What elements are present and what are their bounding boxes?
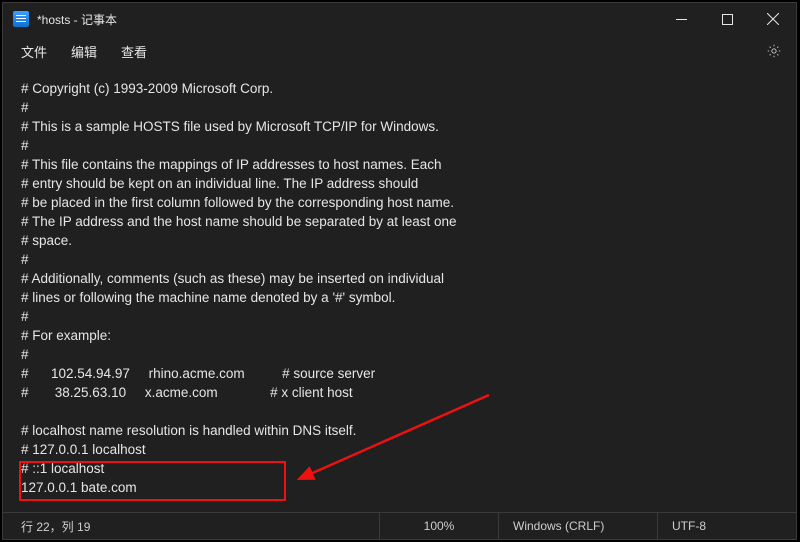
menu-edit[interactable]: 编辑: [59, 38, 109, 65]
editor-line: [21, 402, 778, 421]
editor-line: # Additionally, comments (such as these)…: [21, 269, 778, 288]
status-position: 行 22，列 19: [3, 513, 379, 539]
editor-line: #: [21, 345, 778, 364]
editor-line: # 127.0.0.1 localhost: [21, 440, 778, 459]
editor-line: # 38.25.63.10 x.acme.com # x client host: [21, 383, 778, 402]
editor-line: # This is a sample HOSTS file used by Mi…: [21, 117, 778, 136]
editor-line: # For example:: [21, 326, 778, 345]
minimize-button[interactable]: [658, 3, 704, 35]
menu-file[interactable]: 文件: [9, 38, 59, 65]
editor-line: # entry should be kept on an individual …: [21, 174, 778, 193]
settings-button[interactable]: [758, 35, 790, 67]
close-button[interactable]: [750, 3, 796, 35]
editor-line: # Copyright (c) 1993-2009 Microsoft Corp…: [21, 79, 778, 98]
title-bar[interactable]: *hosts - 记事本: [3, 3, 796, 35]
text-editor[interactable]: # Copyright (c) 1993-2009 Microsoft Corp…: [3, 67, 796, 512]
window-title: *hosts - 记事本: [37, 11, 117, 28]
menu-bar: 文件 编辑 查看: [3, 35, 796, 67]
gear-icon: [766, 43, 782, 59]
editor-line: # This file contains the mappings of IP …: [21, 155, 778, 174]
status-line-ending: Windows (CRLF): [498, 513, 657, 539]
editor-line: 127.0.0.1 bate.com: [21, 478, 778, 497]
editor-line: # space.: [21, 231, 778, 250]
editor-line: #: [21, 250, 778, 269]
editor-line: #: [21, 136, 778, 155]
editor-line: # localhost name resolution is handled w…: [21, 421, 778, 440]
editor-line: # lines or following the machine name de…: [21, 288, 778, 307]
status-bar: 行 22，列 19 100% Windows (CRLF) UTF-8: [3, 512, 796, 539]
editor-line: # The IP address and the host name shoul…: [21, 212, 778, 231]
maximize-button[interactable]: [704, 3, 750, 35]
maximize-icon: [722, 14, 733, 25]
editor-line: # 102.54.94.97 rhino.acme.com # source s…: [21, 364, 778, 383]
app-window: *hosts - 记事本 文件 编辑 查看 # Copyright (c) 19…: [2, 2, 797, 540]
notepad-icon: [13, 11, 29, 27]
editor-line: #: [21, 307, 778, 326]
status-zoom[interactable]: 100%: [379, 513, 498, 539]
editor-line: #: [21, 98, 778, 117]
close-icon: [767, 13, 779, 25]
status-encoding: UTF-8: [657, 513, 796, 539]
minimize-icon: [676, 14, 687, 25]
editor-line: # be placed in the first column followed…: [21, 193, 778, 212]
menu-view[interactable]: 查看: [109, 38, 159, 65]
editor-line: # ::1 localhost: [21, 459, 778, 478]
